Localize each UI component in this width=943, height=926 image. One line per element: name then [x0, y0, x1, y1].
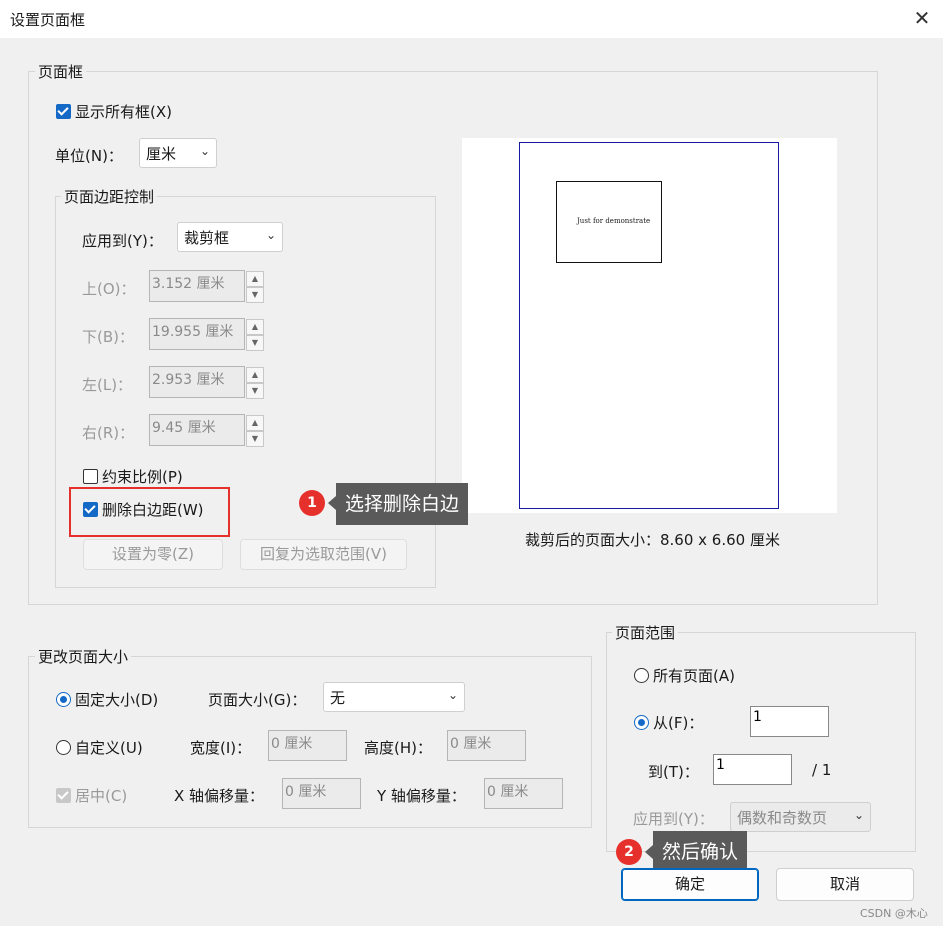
page-size-label: 页面大小(G)：: [208, 691, 307, 709]
highlight-box: [69, 487, 230, 537]
bottom-margin-label: 下(B)：: [82, 328, 134, 346]
x-offset-input[interactable]: 0 厘米: [282, 778, 361, 809]
custom-size-radio[interactable]: [56, 740, 71, 755]
top-margin-down-icon[interactable]: ▼: [246, 287, 264, 303]
from-value: 1: [753, 709, 762, 725]
tooltip-arrow: [645, 845, 653, 859]
center-label[interactable]: 居中(C): [75, 785, 127, 806]
chevron-down-icon: ⌄: [265, 228, 276, 242]
chevron-down-icon: ⌄: [447, 688, 458, 702]
apply-to-value: 裁剪框: [184, 229, 230, 247]
unit-select[interactable]: 厘米 ⌄: [139, 138, 217, 168]
tooltip-arrow: [328, 496, 336, 510]
to-input[interactable]: 1: [713, 754, 792, 785]
unit-value: 厘米: [146, 145, 177, 163]
apply-to-label: 应用到(Y)：: [82, 232, 163, 250]
left-margin-up-icon[interactable]: ▲: [246, 367, 264, 383]
top-margin-value: 3.152 厘米: [152, 276, 225, 292]
left-margin-value: 2.953 厘米: [152, 372, 225, 388]
step-badge-1: 1: [299, 490, 325, 516]
right-margin-down-icon[interactable]: ▼: [246, 431, 264, 447]
top-margin-up-icon[interactable]: ▲: [246, 271, 264, 287]
fixed-size-label[interactable]: 固定大小(D): [75, 689, 158, 710]
left-margin-down-icon[interactable]: ▼: [246, 383, 264, 399]
width-value: 0 厘米: [271, 736, 313, 752]
x-offset-value: 0 厘米: [285, 784, 327, 800]
all-pages-radio[interactable]: [634, 668, 649, 683]
step-badge-2: 2: [616, 839, 642, 865]
left-margin-label: 左(L)：: [82, 376, 133, 394]
apply-to-select[interactable]: 裁剪框 ⌄: [177, 222, 283, 252]
close-icon[interactable]: ✕: [908, 4, 936, 32]
constrain-ratio-label[interactable]: 约束比例(P): [102, 466, 183, 487]
show-all-label[interactable]: 显示所有框(X): [75, 101, 172, 122]
from-input[interactable]: 1: [750, 706, 829, 737]
y-offset-label: Y 轴偏移量：: [377, 787, 466, 805]
change-size-label: 更改页面大小: [35, 646, 132, 667]
fixed-size-radio[interactable]: [56, 692, 71, 707]
preview-crop-text: Just for demonstrate: [577, 217, 651, 225]
height-label: 高度(H)：: [364, 739, 432, 757]
revert-selection-button[interactable]: 回复为选取范围(V): [240, 539, 407, 570]
cropped-size-caption: 裁剪后的页面大小：8.60 x 6.60 厘米: [525, 531, 780, 549]
all-pages-label[interactable]: 所有页面(A): [653, 665, 735, 686]
y-offset-input[interactable]: 0 厘米: [484, 778, 563, 809]
range-apply-select[interactable]: 偶数和奇数页 ⌄: [730, 802, 871, 832]
page-range-label: 页面范围: [612, 622, 679, 643]
page-size-value: 无: [330, 689, 346, 707]
range-apply-value: 偶数和奇数页: [737, 809, 828, 827]
page-box-group-label: 页面框: [35, 61, 87, 82]
right-margin-up-icon[interactable]: ▲: [246, 415, 264, 431]
chevron-down-icon: ⌄: [853, 808, 864, 822]
y-offset-value: 0 厘米: [487, 784, 529, 800]
bottom-margin-input[interactable]: 19.955 厘米: [149, 318, 245, 350]
constrain-ratio-checkbox[interactable]: [83, 469, 98, 484]
bottom-margin-value: 19.955 厘米: [152, 324, 234, 340]
show-all-checkbox[interactable]: [56, 104, 71, 119]
right-margin-value: 9.45 厘米: [152, 420, 216, 436]
x-offset-label: X 轴偏移量：: [174, 787, 265, 805]
from-radio[interactable]: [634, 715, 649, 730]
watermark: CSDN @木心: [860, 907, 928, 920]
height-input[interactable]: 0 厘米: [447, 730, 526, 761]
total-pages: / 1: [812, 761, 832, 779]
set-zero-button[interactable]: 设置为零(Z): [83, 539, 223, 570]
cancel-button[interactable]: 取消: [776, 868, 914, 901]
margin-control-label: 页面边距控制: [61, 186, 158, 207]
range-apply-label: 应用到(Y)：: [633, 810, 714, 828]
height-value: 0 厘米: [450, 736, 492, 752]
page-size-select[interactable]: 无 ⌄: [323, 682, 465, 712]
left-margin-input[interactable]: 2.953 厘米: [149, 366, 245, 398]
right-margin-input[interactable]: 9.45 厘米: [149, 414, 245, 446]
right-margin-label: 右(R)：: [82, 424, 135, 442]
title-bar: [0, 0, 943, 38]
to-value: 1: [716, 757, 725, 773]
ok-button[interactable]: 确定: [621, 868, 759, 901]
width-input[interactable]: 0 厘米: [268, 730, 347, 761]
bottom-margin-up-icon[interactable]: ▲: [246, 319, 264, 335]
window-title: 设置页面框: [10, 11, 86, 29]
from-label[interactable]: 从(F)：: [653, 712, 703, 733]
center-checkbox[interactable]: [56, 788, 71, 803]
top-margin-label: 上(O)：: [82, 280, 136, 298]
custom-size-label[interactable]: 自定义(U): [75, 737, 143, 758]
top-margin-input[interactable]: 3.152 厘米: [149, 270, 245, 302]
chevron-down-icon: ⌄: [199, 144, 210, 158]
to-label: 到(T)：: [648, 763, 699, 781]
tooltip-step-2: 然后确认: [653, 831, 748, 873]
tooltip-step-1: 选择删除白边: [336, 483, 469, 525]
width-label: 宽度(I)：: [190, 739, 252, 757]
unit-label: 单位(N)：: [55, 147, 123, 165]
bottom-margin-down-icon[interactable]: ▼: [246, 335, 264, 351]
